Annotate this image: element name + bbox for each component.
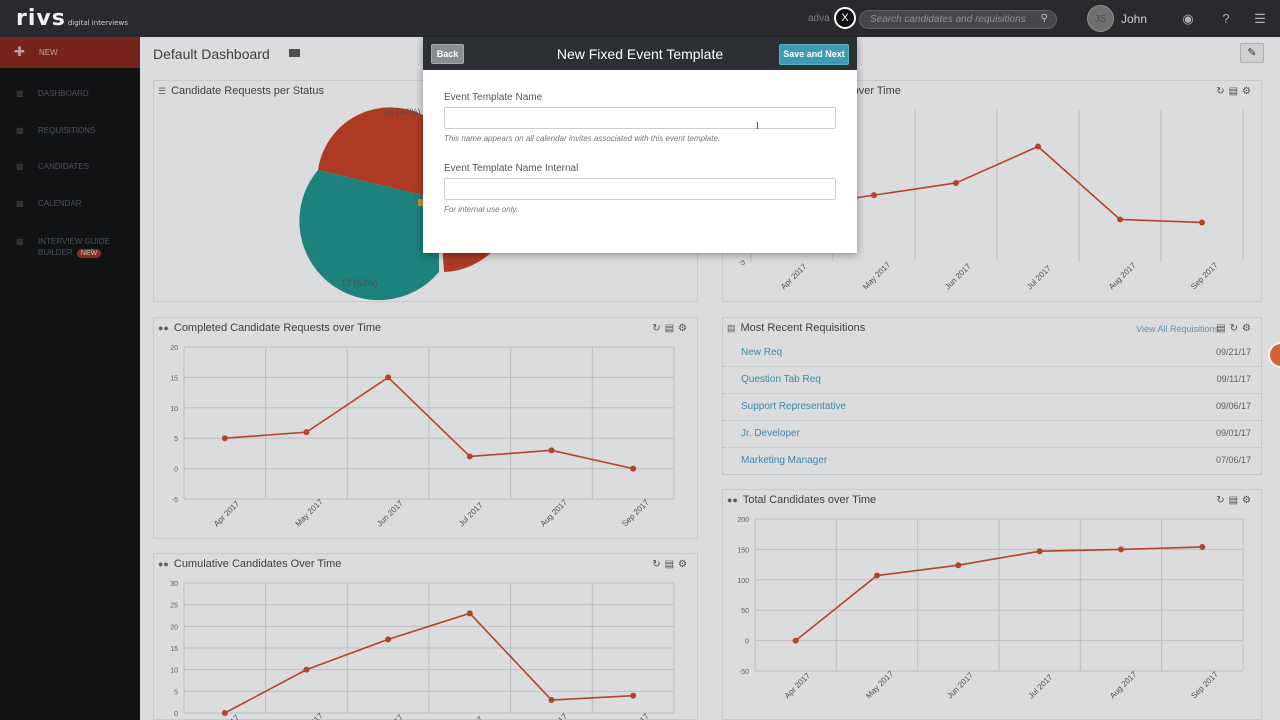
close-modal-button[interactable]: X (834, 7, 856, 29)
event-template-name-label: Event Template Name (444, 92, 543, 103)
sidebar-dim (0, 37, 140, 720)
modal-header: Back New Fixed Event Template Save and N… (423, 37, 857, 70)
save-and-next-button[interactable]: Save and Next (779, 44, 849, 65)
event-template-name-internal-input[interactable] (444, 178, 836, 200)
text-cursor-icon: I (756, 121, 759, 132)
event-template-name-help: This name appears on all calendar invite… (444, 134, 721, 143)
new-fixed-event-template-modal: Back New Fixed Event Template Save and N… (423, 37, 857, 253)
event-template-name-input[interactable] (444, 107, 836, 129)
event-template-name-internal-help: For internal use only. (444, 205, 519, 214)
event-template-name-internal-label: Event Template Name Internal (444, 163, 579, 174)
